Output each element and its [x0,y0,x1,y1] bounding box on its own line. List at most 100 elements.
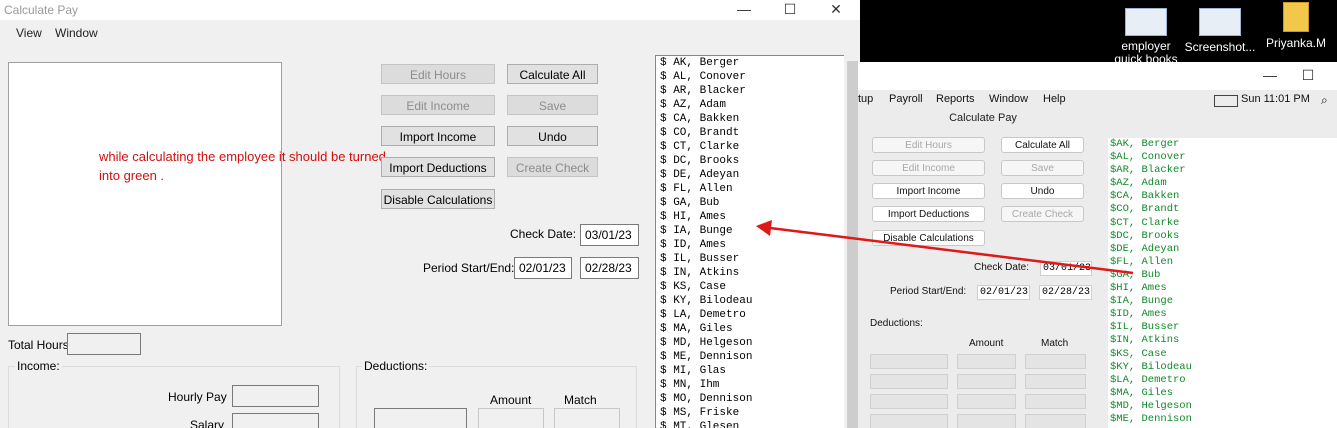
menu-window[interactable]: Window [989,93,1028,105]
list-item[interactable]: $IA, Bunge [1108,295,1337,308]
scrollbar-thumb[interactable] [847,61,858,428]
list-item[interactable]: $ MN, Ihm [656,378,844,392]
menu-view[interactable]: View [16,26,42,40]
list-item[interactable]: $CO, Brandt [1108,203,1337,216]
list-item[interactable]: $DC, Brooks [1108,230,1337,243]
period-start-field[interactable]: 02/01/23 [514,257,572,279]
display-icon[interactable] [1214,95,1238,107]
desktop-icon-employer[interactable]: employer quick books [1106,0,1186,66]
list-item[interactable]: $ IN, Atkins [656,266,844,280]
list-item[interactable]: $ MD, Helgeson [656,336,844,350]
deduction-match-field[interactable] [554,408,620,428]
period-start-field[interactable]: 02/01/23 [977,285,1030,300]
list-item[interactable]: $ AR, Blacker [656,84,844,98]
list-item[interactable]: $ DE, Adeyan [656,168,844,182]
menu-payroll[interactable]: Payroll [889,93,923,105]
minimize-button[interactable]: — [724,0,764,20]
list-item[interactable]: $KS, Case [1108,348,1337,361]
create-check-button[interactable]: Create Check [507,157,598,177]
check-date-field[interactable]: 03/01/23 [580,224,639,246]
deduction-name-cell[interactable] [870,414,948,428]
calculate-all-button[interactable]: Calculate All [507,64,598,84]
list-item[interactable]: $MA, Giles [1108,387,1337,400]
list-item[interactable]: $ IL, Busser [656,252,844,266]
undo-button[interactable]: Undo [1001,183,1084,199]
list-item[interactable]: $CA, Bakken [1108,190,1337,203]
list-item[interactable]: $KY, Bilodeau [1108,361,1337,374]
list-item[interactable]: $CT, Clarke [1108,217,1337,230]
list-item[interactable]: $FL, Allen [1108,256,1337,269]
save-button[interactable]: Save [507,95,598,115]
list-item[interactable]: $ CT, Clarke [656,140,844,154]
list-item[interactable]: $ID, Ames [1108,308,1337,321]
create-check-button[interactable]: Create Check [1001,206,1084,222]
edit-income-button[interactable]: Edit Income [381,95,495,115]
deduction-amount-cell[interactable] [957,374,1016,389]
save-button[interactable]: Save [1001,160,1084,176]
total-hours-field[interactable] [67,333,141,355]
employee-list[interactable]: $ AK, Berger $ AL, Conover $ AR, Blacker $ … [655,55,845,428]
check-date-field[interactable]: 03/01/23 [1040,261,1092,276]
desktop-icon-screenshot[interactable]: Screenshot... [1180,0,1260,54]
import-income-button[interactable]: Import Income [381,126,495,146]
menu-reports[interactable]: Reports [936,93,975,105]
list-item[interactable]: $DE, Adeyan [1108,243,1337,256]
list-item[interactable]: $ AZ, Adam [656,98,844,112]
menu-setup[interactable]: tup [858,93,873,105]
list-item[interactable]: $ME, Dennison [1108,413,1337,426]
maximize-button[interactable]: ☐ [770,0,810,20]
list-item[interactable]: $MD, Helgeson [1108,400,1337,413]
list-item[interactable]: $ DC, Brooks [656,154,844,168]
search-icon[interactable]: ⌕ [1321,93,1328,108]
list-item[interactable]: $LA, Demetro [1108,374,1337,387]
period-end-field[interactable]: 02/28/23 [1039,285,1092,300]
list-item[interactable]: $ ME, Dennison [656,350,844,364]
list-item[interactable]: $ MA, Giles [656,322,844,336]
deduction-match-cell[interactable] [1025,374,1086,389]
list-item[interactable]: $AL, Conover [1108,151,1337,164]
deduction-amount-cell[interactable] [957,394,1016,409]
list-item[interactable]: $IL, Busser [1108,321,1337,334]
list-item[interactable]: $ MI, Glas [656,364,844,378]
deduction-amount-cell[interactable] [957,354,1016,369]
desktop-icon-folder[interactable]: Priyanka.M [1256,0,1336,50]
deduction-amount-cell[interactable] [957,414,1016,428]
list-item[interactable]: $GA, Bub [1108,269,1337,282]
deduction-amount-field[interactable] [478,408,544,428]
list-item[interactable]: $ AK, Berger [656,56,844,70]
disable-calculations-button[interactable]: Disable Calculations [872,230,985,246]
deduction-match-cell[interactable] [1025,394,1086,409]
menu-help[interactable]: Help [1043,93,1066,105]
deduction-name-cell[interactable] [870,374,948,389]
undo-button[interactable]: Undo [507,126,598,146]
close-button[interactable]: ✕ [816,0,856,20]
list-item[interactable]: $ MO, Dennison [656,392,844,406]
disable-calculations-button[interactable]: Disable Calculations [381,189,495,209]
list-item[interactable]: $AK, Berger [1108,138,1337,151]
maximize-button[interactable]: ☐ [1288,66,1328,86]
list-item[interactable]: $ MS, Friske [656,406,844,420]
edit-hours-button[interactable]: Edit Hours [872,137,985,153]
list-item[interactable]: $AZ, Adam [1108,177,1337,190]
import-deductions-button[interactable]: Import Deductions [381,157,495,177]
list-item[interactable]: $ FL, Allen [656,182,844,196]
deduction-match-cell[interactable] [1025,414,1086,428]
list-item[interactable]: $HI, Ames [1108,282,1337,295]
deduction-name-cell[interactable] [870,394,948,409]
deduction-name-field[interactable] [374,408,467,428]
edit-hours-button[interactable]: Edit Hours [381,64,495,84]
list-item[interactable]: $ AL, Conover [656,70,844,84]
list-item[interactable]: $ MT, Glesen [656,420,844,428]
period-end-field[interactable]: 02/28/23 [580,257,639,279]
import-deductions-button[interactable]: Import Deductions [872,206,985,222]
list-item[interactable]: $ CA, Bakken [656,112,844,126]
deduction-match-cell[interactable] [1025,354,1086,369]
import-income-button[interactable]: Import Income [872,183,985,199]
list-item[interactable]: $ KS, Case [656,280,844,294]
list-item[interactable]: $ CO, Brandt [656,126,844,140]
hourly-pay-field[interactable] [232,385,319,407]
list-item[interactable]: $ IA, Bunge [656,224,844,238]
list-item[interactable]: $ GA, Bub [656,196,844,210]
deduction-name-cell[interactable] [870,354,948,369]
menu-window[interactable]: Window [55,26,98,40]
